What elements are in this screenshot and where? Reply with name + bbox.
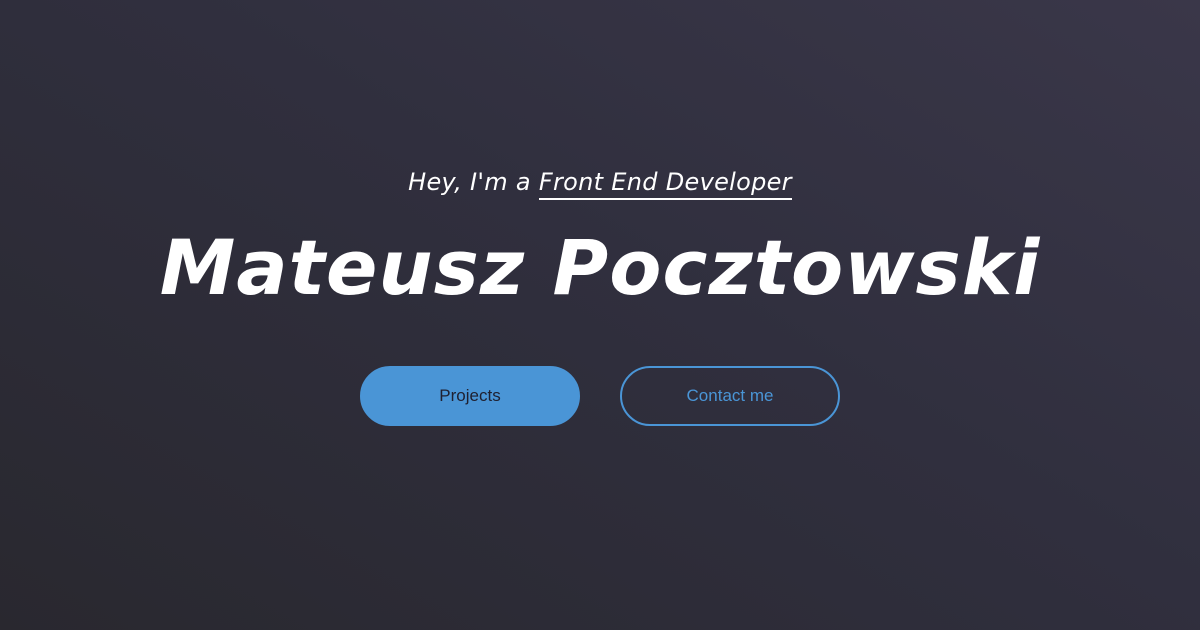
hero-section: Hey, I'm a Front End Developer Mateusz P… [0,0,1200,630]
projects-button-label: Projects [439,386,501,405]
hero-name: Mateusz Pocztowski [159,223,1041,312]
hero-buttons: Projects Contact me [0,366,1200,426]
projects-button[interactable]: Projects [360,366,580,426]
contact-button-label: Contact me [686,386,774,405]
greeting-text: Hey, I'm a [408,168,531,196]
hero-subtitle: Hey, I'm a Front End Developer [0,164,1200,200]
role-text: Front End Developer [538,166,792,200]
contact-button[interactable]: Contact me [620,366,840,426]
